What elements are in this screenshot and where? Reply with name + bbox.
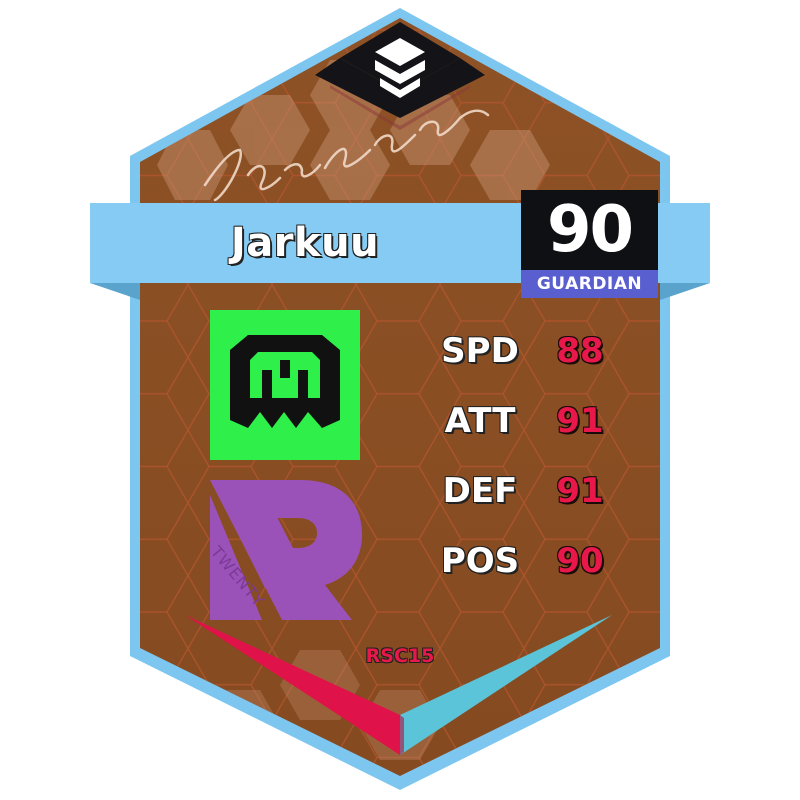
role-label: GUARDIAN	[536, 274, 643, 294]
stat-value-def: 91	[556, 471, 604, 511]
green-castle-logo-icon	[210, 310, 360, 460]
player-name: Jarkuu	[230, 220, 380, 266]
stat-value-spd: 88	[556, 331, 604, 371]
player-card: TWENTY	[90, 8, 710, 790]
stat-value-pos: 90	[556, 541, 604, 581]
role-badge: GUARDIAN	[521, 270, 658, 298]
season-tag: RSC15	[365, 645, 435, 667]
stat-value-att: 91	[556, 401, 604, 441]
rating-box: 90	[521, 190, 658, 270]
overall-rating: 90	[546, 193, 634, 267]
